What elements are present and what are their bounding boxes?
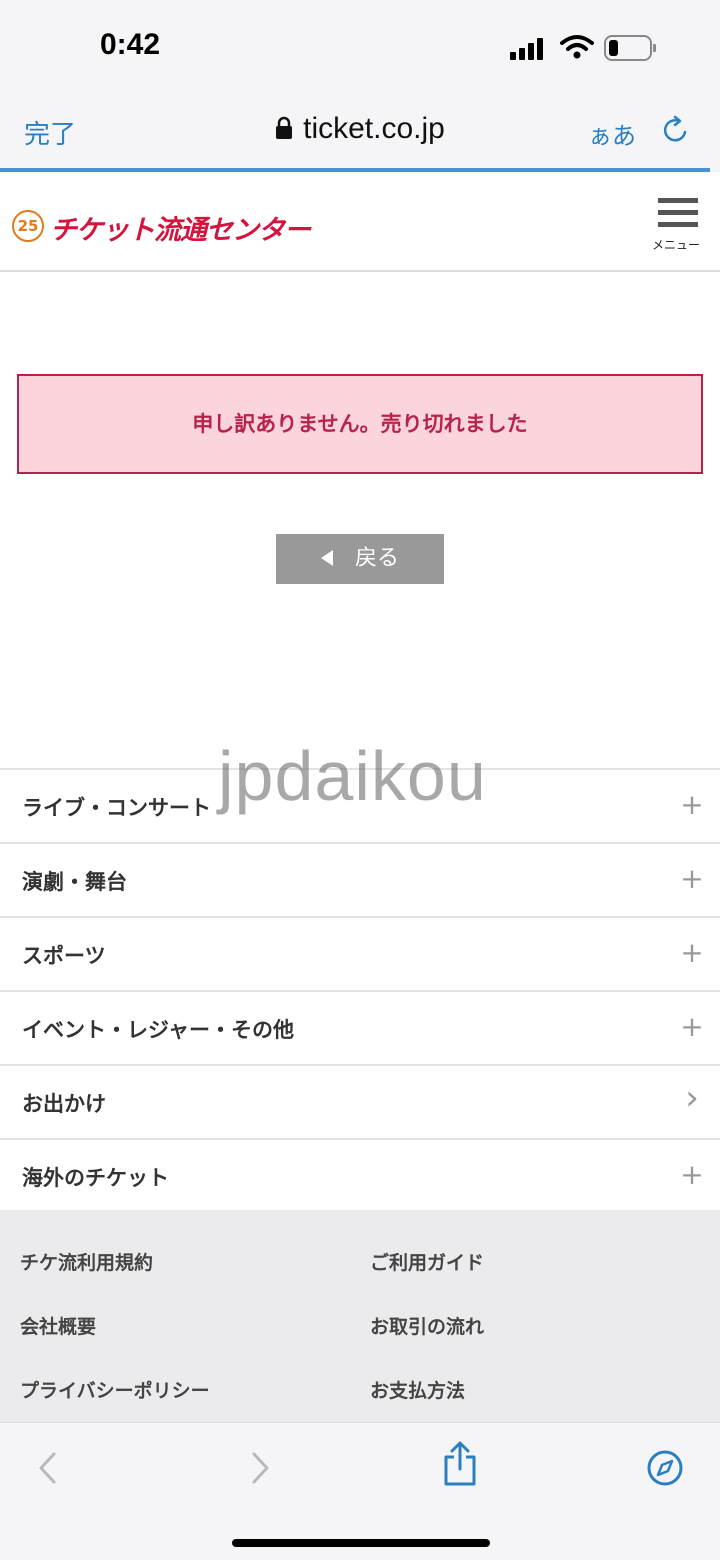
footer-link-company[interactable]: 会社概要	[20, 1312, 96, 1339]
category-item[interactable]: 演劇・舞台 +	[0, 842, 720, 916]
category-label: スポーツ	[22, 944, 106, 968]
footer-link-privacy[interactable]: プライバシーポリシー	[20, 1376, 210, 1403]
back-button[interactable]: 戻る	[276, 534, 444, 584]
category-item[interactable]: お出かけ ›	[0, 1064, 720, 1138]
browser-toolbar	[0, 1422, 720, 1560]
alert-message: 申し訳ありません。売り切れました	[192, 412, 528, 436]
footer: チケ流利用規約 ご利用ガイド 会社概要 お取引の流れ プライバシーポリシー お支…	[0, 1210, 720, 1422]
category-label: 演劇・舞台	[22, 870, 127, 894]
category-label: ライブ・コンサート	[22, 796, 211, 820]
lock-icon	[276, 116, 293, 139]
site-header: 25 チケット流通センター メニュー	[0, 172, 720, 272]
footer-link-terms[interactable]: チケ流利用規約	[20, 1248, 153, 1275]
hamburger-icon-bar	[658, 210, 698, 215]
category-label: 海外のチケット	[22, 1166, 169, 1190]
expand-plus-icon: +	[680, 1158, 704, 1191]
expand-plus-icon: +	[680, 862, 704, 895]
back-arrow-icon	[320, 550, 333, 566]
status-bar: 0:42	[0, 0, 720, 96]
reload-icon[interactable]	[660, 114, 692, 146]
category-label: お出かけ	[22, 1092, 106, 1116]
expand-plus-icon: +	[680, 1010, 704, 1043]
category-item[interactable]: スポーツ +	[0, 916, 720, 990]
wifi-icon	[560, 35, 594, 59]
chevron-right-icon: ›	[685, 1078, 699, 1118]
back-label: 戻る	[354, 546, 399, 571]
battery-icon	[604, 35, 656, 61]
status-time: 0:42	[100, 28, 161, 61]
compass-icon[interactable]	[646, 1449, 684, 1487]
share-icon[interactable]	[442, 1441, 478, 1487]
logo-badge[interactable]: 25	[12, 210, 44, 242]
sold-out-alert: 申し訳ありません。売り切れました	[17, 374, 703, 474]
category-item[interactable]: イベント・レジャー・その他 +	[0, 990, 720, 1064]
hamburger-icon	[658, 198, 698, 203]
expand-plus-icon: +	[680, 788, 704, 821]
main-content: 申し訳ありません。売り切れました 戻る	[0, 272, 720, 768]
browser-bar: 完了 ticket.co.jp ぁあ	[0, 96, 720, 170]
footer-link-payment[interactable]: お支払方法	[370, 1376, 465, 1403]
back-icon[interactable]	[34, 1451, 64, 1485]
text-size-button[interactable]: ぁあ	[588, 116, 636, 151]
category-list: ライブ・コンサート + 演劇・舞台 + スポーツ + イベント・レジャー・その他…	[0, 768, 720, 1212]
category-label: イベント・レジャー・その他	[22, 1018, 294, 1042]
url-text: ticket.co.jp	[303, 112, 445, 145]
footer-link-flow[interactable]: お取引の流れ	[370, 1312, 484, 1339]
category-item[interactable]: 海外のチケット +	[0, 1138, 720, 1212]
forward-icon[interactable]	[244, 1451, 274, 1485]
menu-label: メニュー	[651, 238, 700, 252]
menu-button[interactable]: メニュー	[648, 196, 704, 256]
watermark: jpdaikou	[218, 737, 487, 815]
site-logo[interactable]: チケット流通センター	[50, 208, 311, 247]
footer-link-guide[interactable]: ご利用ガイド	[370, 1248, 484, 1275]
expand-plus-icon: +	[680, 936, 704, 969]
signal-icon	[510, 38, 543, 60]
hamburger-icon-bar	[658, 222, 698, 227]
home-indicator	[232, 1539, 490, 1547]
